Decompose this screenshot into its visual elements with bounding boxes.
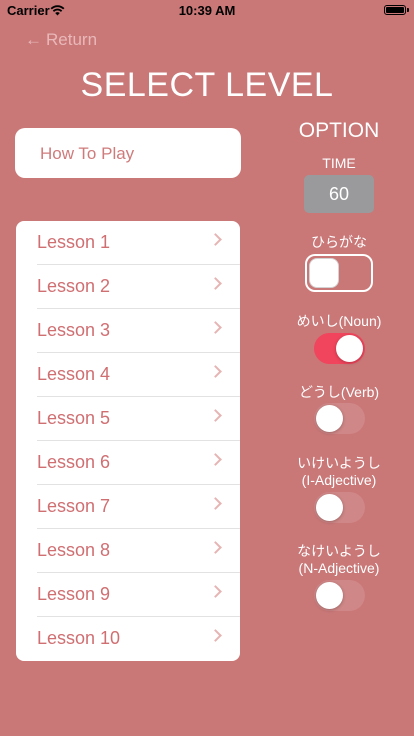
i-adjective-toggle[interactable] (314, 492, 365, 523)
how-to-play-label: How To Play (40, 144, 135, 163)
lesson-row-10[interactable]: Lesson 10 (16, 617, 240, 661)
lesson-list: Lesson 1 Lesson 2 Lesson 3 Lesson 4 Less… (16, 221, 240, 661)
toggle-knob (336, 335, 363, 362)
lesson-row-5[interactable]: Lesson 5 (16, 397, 240, 441)
chevron-right-icon (209, 233, 222, 246)
verb-toggle[interactable] (314, 403, 365, 434)
lesson-label: Lesson 9 (37, 584, 111, 604)
lesson-label: Lesson 10 (37, 628, 121, 648)
battery-icon (384, 5, 409, 15)
toggle-knob (316, 494, 343, 521)
chevron-right-icon (209, 585, 222, 598)
lesson-row-7[interactable]: Lesson 7 (16, 485, 240, 529)
noun-label: めいし(Noun) (296, 313, 382, 329)
chevron-right-icon (209, 453, 222, 466)
option-title: OPTION (298, 119, 380, 142)
n-adjective-label: なけいようし (N-Adjective) (270, 543, 408, 577)
status-bar: Carrier 10:39 AM (0, 0, 414, 22)
left-arrow-icon: ← (25, 30, 42, 49)
chevron-right-icon (209, 497, 222, 510)
toggle-knob (316, 405, 343, 432)
lesson-label: Lesson 7 (37, 496, 111, 516)
page-title: SELECT LEVEL (80, 66, 334, 104)
toggle-knob (309, 258, 339, 288)
lesson-label: Lesson 1 (37, 232, 111, 252)
chevron-right-icon (209, 277, 222, 290)
return-button[interactable]: ← Return (25, 30, 97, 50)
verb-label: どうし(Verb) (298, 384, 380, 400)
lesson-row-4[interactable]: Lesson 4 (16, 353, 240, 397)
n-adjective-label-line1: なけいようし (297, 543, 381, 559)
n-adjective-label-line2: (N-Adjective) (298, 560, 380, 576)
i-adjective-label-line2: (I-Adjective) (301, 472, 377, 488)
i-adjective-label-line1: いけいようし (297, 455, 381, 471)
lesson-row-1[interactable]: Lesson 1 (16, 221, 240, 265)
toggle-knob (316, 582, 343, 609)
chevron-right-icon (209, 365, 222, 378)
lesson-label: Lesson 3 (37, 320, 111, 340)
n-adjective-toggle[interactable] (314, 580, 365, 611)
chevron-right-icon (209, 541, 222, 554)
lesson-label: Lesson 5 (37, 408, 111, 428)
how-to-play-button[interactable]: How To Play (15, 128, 241, 178)
lesson-label: Lesson 4 (37, 364, 111, 384)
lesson-row-6[interactable]: Lesson 6 (16, 441, 240, 485)
hiragana-label: ひらがな (311, 234, 367, 250)
chevron-right-icon (209, 409, 222, 422)
noun-toggle[interactable] (314, 333, 365, 364)
status-time: 10:39 AM (178, 3, 236, 18)
lesson-row-8[interactable]: Lesson 8 (16, 529, 240, 573)
time-label: TIME (322, 155, 356, 171)
time-field[interactable]: 60 (304, 175, 374, 213)
lesson-row-9[interactable]: Lesson 9 (16, 573, 240, 617)
return-label: Return (46, 30, 98, 49)
chevron-right-icon (209, 629, 222, 642)
lesson-label: Lesson 6 (37, 452, 111, 472)
hiragana-toggle[interactable] (305, 254, 373, 292)
lesson-label: Lesson 2 (37, 276, 111, 296)
lesson-row-2[interactable]: Lesson 2 (16, 265, 240, 309)
chevron-right-icon (209, 321, 222, 334)
i-adjective-label: いけいようし (I-Adjective) (270, 455, 408, 489)
lesson-row-3[interactable]: Lesson 3 (16, 309, 240, 353)
lesson-label: Lesson 8 (37, 540, 111, 560)
